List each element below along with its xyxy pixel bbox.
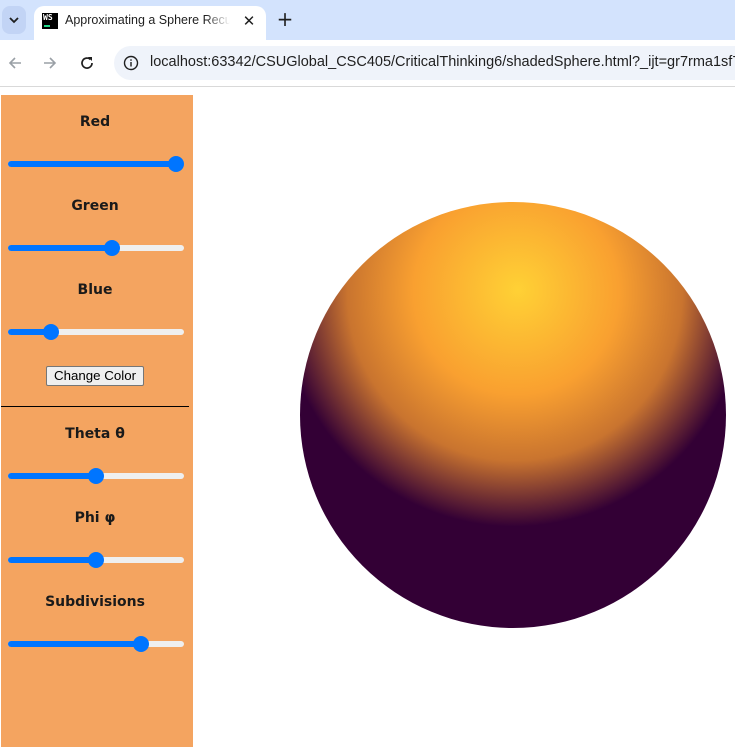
site-info-icon[interactable] [122, 54, 140, 72]
green-label: Green [71, 198, 119, 214]
green-slider[interactable] [8, 240, 184, 256]
phi-label: Phi φ [74, 510, 116, 526]
divider [1, 406, 189, 407]
blue-slider[interactable] [8, 324, 184, 340]
blue-label: Blue [77, 282, 113, 298]
active-tab[interactable]: WS Approximating a Sphere Recursively ✕ [34, 6, 266, 40]
tab-title: Approximating a Sphere Recursively [65, 13, 230, 27]
subdivisions-slider[interactable] [8, 636, 184, 652]
url-text: localhost:63342/CSUGlobal_CSC405/Critica… [150, 54, 735, 70]
reload-icon [81, 57, 93, 69]
forward-arrow-icon [44, 57, 57, 69]
control-panel: Red Green Blue Change Color Theta θ Phi … [1, 95, 193, 747]
slider-thumb[interactable] [88, 552, 104, 568]
back-button[interactable] [3, 51, 27, 75]
red-label: Red [79, 114, 111, 130]
browser-toolbar: localhost:63342/CSUGlobal_CSC405/Critica… [0, 40, 735, 87]
forward-button[interactable] [38, 51, 62, 75]
slider-thumb[interactable] [168, 156, 184, 172]
webstorm-icon: WS [42, 13, 58, 29]
theta-slider[interactable] [8, 468, 184, 484]
change-color-button[interactable]: Change Color [46, 366, 144, 386]
slider-thumb[interactable] [104, 240, 120, 256]
webgl-canvas[interactable] [193, 95, 735, 747]
subdivisions-label: Subdivisions [45, 594, 145, 610]
shaded-sphere [300, 202, 726, 628]
red-slider[interactable] [8, 156, 184, 172]
chevron-down-icon [9, 17, 19, 24]
theta-label: Theta θ [65, 426, 125, 442]
address-bar[interactable]: localhost:63342/CSUGlobal_CSC405/Critica… [114, 46, 735, 80]
tab-search-button[interactable] [2, 6, 26, 34]
slider-thumb[interactable] [132, 636, 149, 652]
slider-thumb[interactable] [43, 324, 60, 340]
slider-thumb[interactable] [88, 468, 104, 484]
close-tab-icon[interactable]: ✕ [239, 11, 259, 31]
new-tab-icon[interactable]: + [274, 8, 296, 30]
reload-button[interactable] [75, 51, 99, 75]
phi-slider[interactable] [8, 552, 184, 568]
tab-strip: WS Approximating a Sphere Recursively ✕ … [0, 0, 735, 40]
back-arrow-icon [8, 57, 21, 69]
